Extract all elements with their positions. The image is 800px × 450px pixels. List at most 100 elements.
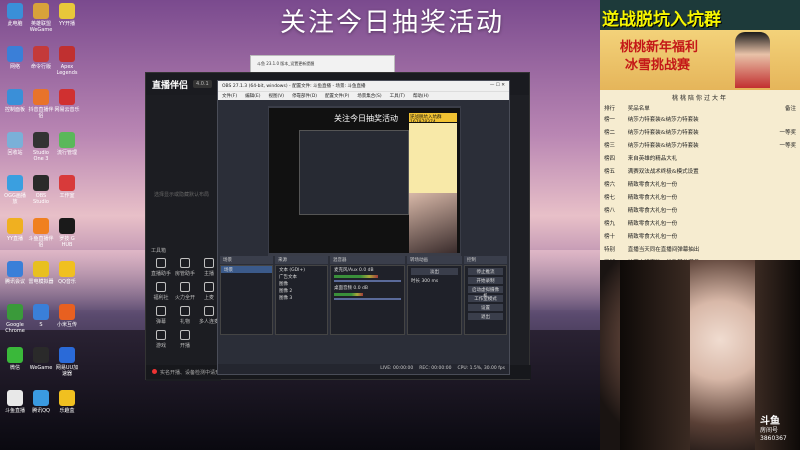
prize-rank: 榜四 bbox=[604, 155, 616, 162]
obs-menu-item[interactable]: 文件(F) bbox=[222, 93, 237, 99]
desktop-icon[interactable]: OGG画播放 bbox=[2, 175, 28, 205]
preview-canvas[interactable]: 关注今日抽奖活动 逆战脱坑入坑群167978374 bbox=[269, 108, 460, 253]
source-item[interactable]: 广告文本 bbox=[276, 273, 327, 280]
desktop-icon[interactable]: 网易UU加速器 bbox=[54, 347, 80, 377]
desktop-icon[interactable]: Studio One 3 bbox=[28, 132, 54, 162]
control-button[interactable]: 开始录制 bbox=[468, 277, 503, 284]
volume-slider[interactable] bbox=[334, 298, 401, 300]
desktop-icon[interactable]: 雷电模拟器 bbox=[28, 261, 54, 285]
desktop-icon-label: WeGame bbox=[29, 365, 53, 371]
transition-type-select[interactable]: 淡出 bbox=[411, 268, 458, 275]
desktop-icon[interactable]: 回收站 bbox=[2, 132, 28, 156]
mixer-channel: 麦克风/Aux 0.0 dB bbox=[331, 266, 404, 273]
update-popup-window[interactable]: 斗鱼 23.1.0 版本_设置更新提醒 bbox=[250, 55, 395, 73]
col-note: 备注 bbox=[784, 106, 796, 112]
control-button[interactable]: 设置 bbox=[468, 304, 503, 311]
desktop-icon[interactable]: 命令行版 bbox=[28, 46, 54, 70]
desktop-icon[interactable]: Apex Legends bbox=[54, 46, 80, 76]
transitions-dock[interactable]: 淡出 时长 300 ms bbox=[407, 265, 462, 335]
desktop-icon[interactable]: 工作室 bbox=[54, 175, 80, 199]
desktop-icon[interactable]: QQ音乐 bbox=[54, 261, 80, 285]
obs-titlebar[interactable]: OBS 27.1.3 (64-bit, windows) - 配置文件: 斗鱼直… bbox=[218, 81, 509, 91]
desktop-icon[interactable]: 控制面板 bbox=[2, 89, 28, 113]
desktop-icon[interactable]: 抖音直播伴侣 bbox=[28, 89, 54, 119]
desktop-icon[interactable]: 网易云音乐 bbox=[54, 89, 80, 113]
volume-meter bbox=[334, 275, 378, 278]
desktop-icon[interactable]: 乐趣盒 bbox=[54, 390, 80, 414]
controls-dock[interactable]: 停止推流开始录制启动虚拟摄像机工作室模式设置退出 bbox=[464, 265, 507, 335]
obs-menu-item[interactable]: 视图(V) bbox=[268, 93, 284, 99]
prize-rank: 榜八 bbox=[604, 207, 616, 214]
app-icon bbox=[33, 218, 49, 234]
tool-label: 弹幕 bbox=[155, 319, 166, 325]
desktop-icon[interactable]: YY直播 bbox=[2, 218, 28, 242]
prize-name: 直播当天同在直播间弹幕抽出 bbox=[627, 246, 700, 253]
desktop-icon[interactable]: 微信 bbox=[2, 347, 28, 371]
prize-row: 榜二 纳莎力特套装&纳莎力特套装 一等奖 bbox=[600, 125, 800, 138]
source-item[interactable]: 图像 3 bbox=[276, 294, 327, 301]
desktop-icon-label: S bbox=[39, 322, 43, 328]
desktop-icon[interactable]: YY开播 bbox=[54, 3, 80, 27]
desktop-icon[interactable]: 罗技 G HUB bbox=[54, 218, 80, 248]
obs-menu-item[interactable]: 工具(T) bbox=[390, 93, 405, 99]
scene-item[interactable]: 场景 bbox=[221, 266, 272, 273]
poster-portrait bbox=[735, 32, 770, 88]
obs-menu-item[interactable]: 停靠部件(D) bbox=[292, 93, 317, 99]
desktop-icon[interactable]: Google Chrome bbox=[2, 304, 28, 334]
volume-slider[interactable] bbox=[334, 280, 401, 282]
desktop-icon[interactable]: OBS Studio bbox=[28, 175, 54, 205]
toolbox-item[interactable]: 弹幕 bbox=[149, 306, 173, 325]
desktop-icon[interactable]: 腾讯会议 bbox=[2, 261, 28, 285]
desktop-icon[interactable]: WeGame bbox=[28, 347, 54, 371]
col-rank: 排行 bbox=[604, 106, 616, 112]
prize-row: 榜四 来自英雄的精品大礼 bbox=[600, 151, 800, 164]
window-controls-icon[interactable]: — ☐ ✕ bbox=[490, 83, 505, 89]
desktop-icon[interactable]: 斗鱼直播伴侣 bbox=[28, 218, 54, 248]
desktop-icon-label: 雷电模拟器 bbox=[28, 279, 54, 285]
toolbox-item[interactable]: 游戏 bbox=[149, 330, 173, 349]
desktop-icon[interactable]: 此电脑 bbox=[2, 3, 28, 27]
scenes-dock[interactable]: 场景 bbox=[220, 265, 273, 335]
source-item[interactable]: 文本 (GDI+) bbox=[276, 266, 327, 273]
toolbox-item[interactable]: 福利社 bbox=[149, 282, 173, 301]
control-button[interactable]: 启动虚拟摄像机 bbox=[468, 286, 503, 299]
mixer-dock[interactable]: 麦克风/Aux 0.0 dB 桌面音频 0.0 dB bbox=[330, 265, 405, 335]
desktop-icon[interactable]: 小米互传 bbox=[54, 304, 80, 328]
toolbox-item[interactable]: 直播助手 bbox=[149, 258, 173, 277]
obs-menu-item[interactable]: 编辑(E) bbox=[245, 93, 260, 99]
toolbox-item[interactable]: 房管助手 bbox=[173, 258, 197, 277]
obs-docks: 场景 场景 来源 文本 (GDI+) 广告文本 图像 图像 2 图像 3 混音器 麦克风… bbox=[218, 256, 509, 364]
source-item[interactable]: 图像 2 bbox=[276, 287, 327, 294]
control-button[interactable]: 停止推流 bbox=[468, 268, 503, 275]
douyu-watermark: 斗鱼 房间号 3860367 bbox=[760, 417, 787, 443]
app-icon bbox=[59, 132, 75, 148]
desktop-icon[interactable]: 腾讯QQ bbox=[28, 390, 54, 414]
desktop-icon[interactable]: 流行管理 bbox=[54, 132, 80, 156]
app-icon bbox=[59, 218, 75, 234]
toolbox-item[interactable]: 礼物 bbox=[173, 306, 197, 325]
tool-label: 主播 bbox=[203, 271, 214, 277]
desktop-icon[interactable]: 英雄联盟WeGame bbox=[28, 3, 54, 33]
poster-line-2: 冰雪挑战赛 bbox=[625, 58, 691, 73]
obs-window[interactable]: OBS 27.1.3 (64-bit, windows) - 配置文件: 斗鱼直… bbox=[217, 80, 510, 375]
desktop-icon-label: 控制面板 bbox=[4, 107, 25, 113]
update-popup-title: 斗鱼 23.1.0 版本_设置更新提醒 bbox=[257, 61, 315, 66]
desktop-icon[interactable]: 斗鱼直播 bbox=[2, 390, 28, 414]
obs-menu-item[interactable]: 场景集合(S) bbox=[357, 93, 381, 99]
tool-icon bbox=[180, 282, 190, 292]
obs-status-item: LIVE: 00:00:00 bbox=[380, 366, 414, 371]
app-icon bbox=[33, 304, 49, 320]
obs-menu-item[interactable]: 配置文件(P) bbox=[325, 93, 349, 99]
duration-value[interactable]: 300 ms bbox=[421, 279, 438, 284]
sources-dock[interactable]: 文本 (GDI+) 广告文本 图像 图像 2 图像 3 bbox=[275, 265, 328, 335]
preview-group-tag: 逆战脱坑入坑群167978374 bbox=[409, 113, 457, 125]
control-button[interactable]: 退出 bbox=[468, 313, 503, 320]
obs-menu-item[interactable]: 帮助(H) bbox=[413, 93, 429, 99]
version-badge: 4.0.1 bbox=[193, 80, 212, 88]
desktop-icon[interactable]: 网络 bbox=[2, 46, 28, 70]
desktop-icon[interactable]: S bbox=[28, 304, 54, 328]
control-button[interactable]: 工作室模式 bbox=[468, 295, 503, 302]
source-item[interactable]: 图像 bbox=[276, 280, 327, 287]
toolbox-item[interactable]: 开播 bbox=[173, 330, 197, 349]
toolbox-item[interactable]: 火力全开 bbox=[173, 282, 197, 301]
